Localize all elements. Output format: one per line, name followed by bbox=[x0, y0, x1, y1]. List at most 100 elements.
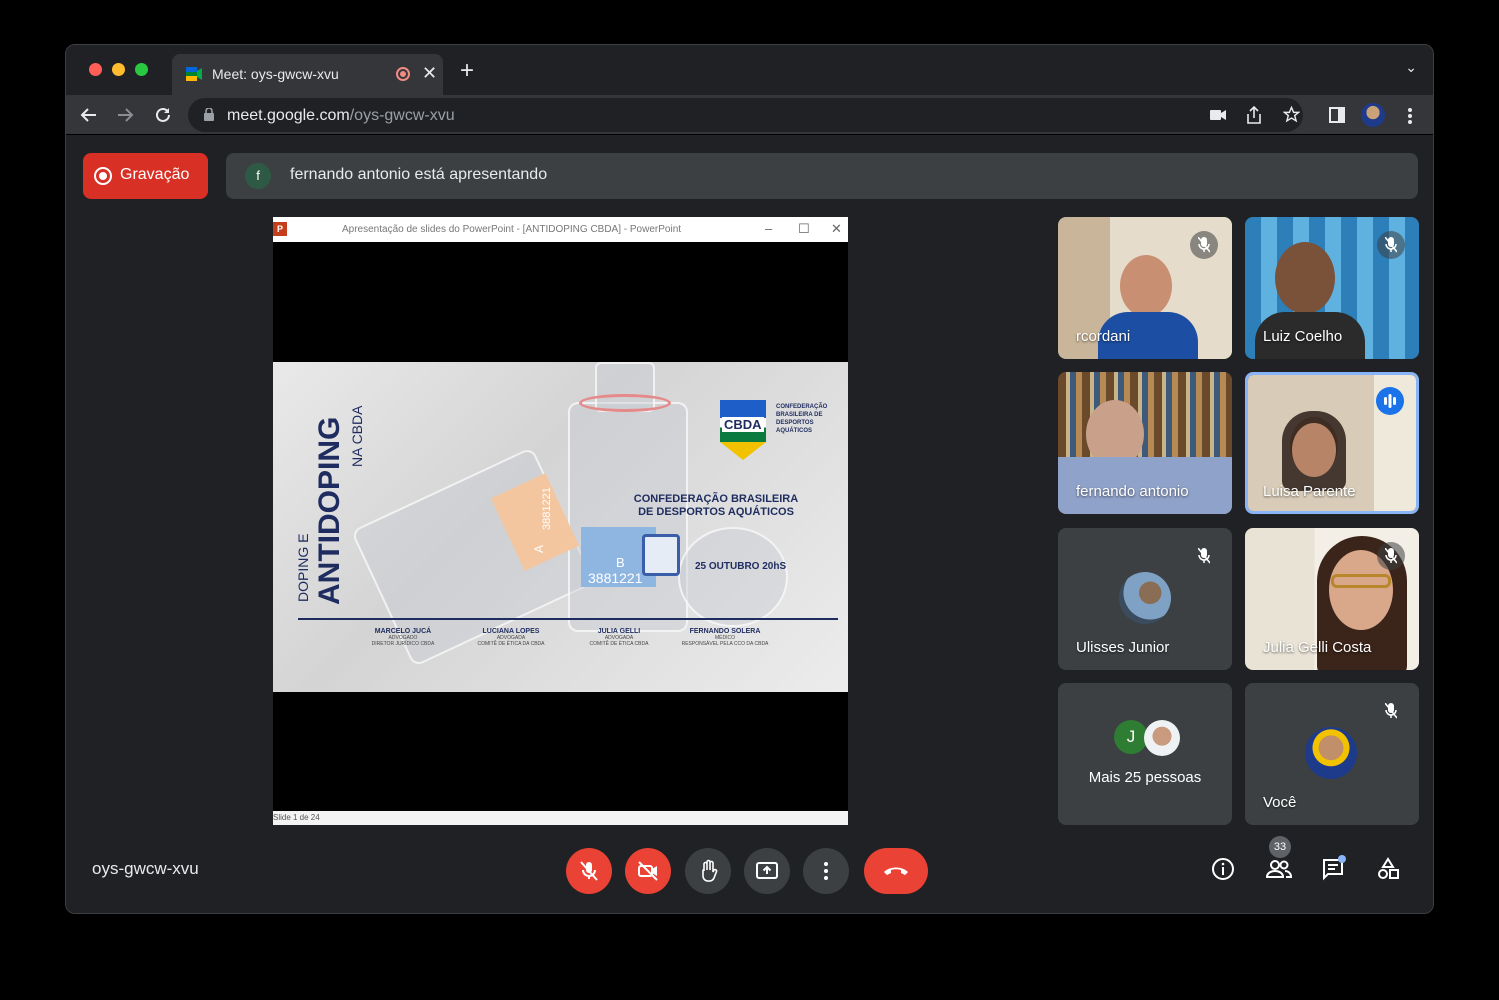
slide-title-sub: NA CBDA bbox=[349, 405, 365, 467]
presenter-avatar: f bbox=[245, 163, 271, 189]
forward-icon[interactable] bbox=[116, 106, 134, 124]
menu-icon[interactable] bbox=[1407, 107, 1413, 125]
cbda-side-text: CONFEDERAÇÃO BRASILEIRA DE DESPORTOS AQU… bbox=[776, 404, 828, 434]
participant-name: fernando antonio bbox=[1076, 483, 1189, 500]
meet-content: Gravação f fernando antonio está apresen… bbox=[66, 136, 1433, 913]
slide-heading: CONFEDERAÇÃO BRASILEIRA DE DESPORTOS AQU… bbox=[633, 493, 799, 518]
slide-counter: Slide 1 de 24 bbox=[273, 813, 320, 822]
mic-off-icon bbox=[1377, 697, 1405, 725]
camera-toggle-button[interactable] bbox=[625, 848, 671, 894]
more-options-button[interactable] bbox=[803, 848, 849, 894]
code-b-text: 3881221 bbox=[588, 570, 643, 586]
end-call-button[interactable] bbox=[864, 848, 928, 894]
present-button[interactable] bbox=[744, 848, 790, 894]
participant-tile[interactable]: Ulisses Junior bbox=[1058, 528, 1232, 670]
hand-icon bbox=[702, 859, 718, 882]
participant-tile-speaking[interactable]: Luisa Parente bbox=[1245, 372, 1419, 514]
more-icon bbox=[824, 862, 828, 880]
raise-hand-button[interactable] bbox=[685, 848, 731, 894]
camera-icon[interactable] bbox=[1210, 108, 1226, 122]
browser-window: Meet: oys-gwcw-xvu ✕ + ⌄ meet.google.com… bbox=[65, 44, 1434, 914]
ppt-titlebar: P Apresentação de slides do PowerPoint -… bbox=[273, 217, 848, 242]
ppt-minimize-icon: ‒ bbox=[765, 221, 773, 236]
recording-label: Gravação bbox=[120, 166, 190, 183]
share-icon[interactable] bbox=[1247, 106, 1261, 124]
profile-avatar[interactable] bbox=[1361, 103, 1385, 127]
presenter-text: fernando antonio está apresentando bbox=[290, 166, 548, 183]
new-tab-button[interactable]: + bbox=[460, 57, 474, 85]
tab-search-chevron-icon[interactable]: ⌄ bbox=[1405, 59, 1417, 76]
bottle-ring-shape bbox=[579, 394, 671, 412]
recording-button[interactable]: Gravação bbox=[83, 153, 208, 199]
mic-off-icon bbox=[1377, 542, 1405, 570]
participant-face bbox=[1275, 242, 1335, 314]
participant-name: Luiz Coelho bbox=[1263, 328, 1343, 345]
zoom-window-button[interactable] bbox=[135, 63, 148, 76]
participant-tile[interactable]: rcordani bbox=[1058, 217, 1232, 359]
star-icon[interactable] bbox=[1283, 106, 1300, 123]
back-icon[interactable] bbox=[80, 106, 98, 124]
participant-face bbox=[1120, 255, 1172, 317]
slide: A B 3881221 3881221 DOPING E ANTIDOPING … bbox=[273, 362, 848, 692]
mic-off-icon bbox=[580, 861, 598, 881]
record-icon bbox=[94, 167, 112, 185]
minimize-window-button[interactable] bbox=[112, 63, 125, 76]
slide-person: JULIA GELLI ADVOGADA COMITÊ DE ÉTICA CBDA bbox=[589, 628, 649, 647]
slide-title-top: DOPING E bbox=[295, 533, 311, 602]
participants-count-badge: 33 bbox=[1269, 836, 1291, 858]
powerpoint-icon: P bbox=[273, 222, 287, 236]
participant-tile[interactable]: fernando antonio bbox=[1058, 372, 1232, 514]
tab-close-icon[interactable]: ✕ bbox=[422, 63, 437, 84]
browser-tab[interactable]: Meet: oys-gwcw-xvu ✕ bbox=[172, 54, 443, 95]
label-a-text: A bbox=[532, 544, 547, 554]
slide-person: MARCELO JUCÁ ADVOGADO DIRETOR JURÍDICO CBD… bbox=[371, 628, 435, 647]
participant-glasses bbox=[1331, 574, 1391, 588]
slide-person: FERNANDO SOLERA MÉDICO RESPONSÁVEL PELA CC… bbox=[681, 628, 769, 647]
mic-off-icon bbox=[1190, 231, 1218, 259]
tab-title: Meet: oys-gwcw-xvu bbox=[212, 66, 339, 82]
browser-toolbar: meet.google.com/oys-gwcw-xvu bbox=[66, 95, 1433, 135]
participant-face bbox=[1292, 423, 1336, 477]
tab-bar: Meet: oys-gwcw-xvu ✕ + ⌄ bbox=[66, 45, 1433, 95]
meeting-code: oys-gwcw-xvu bbox=[92, 859, 199, 878]
label-b-text: B bbox=[616, 555, 625, 570]
participant-tile[interactable]: Julia Gelli Costa bbox=[1245, 528, 1419, 670]
ppt-close-icon: ✕ bbox=[831, 221, 842, 236]
ppt-maximize-icon: ☐ bbox=[798, 221, 810, 236]
participant-name: Luisa Parente bbox=[1263, 483, 1356, 500]
info-icon[interactable] bbox=[1211, 857, 1235, 881]
code-a-text: 3881221 bbox=[541, 487, 553, 530]
participant-name: Julia Gelli Costa bbox=[1263, 639, 1372, 656]
chat-notification-dot bbox=[1338, 855, 1346, 863]
bottle-right-shape bbox=[678, 527, 788, 627]
activities-icon[interactable] bbox=[1376, 857, 1400, 881]
participant-avatar-j: J bbox=[1114, 720, 1148, 754]
reload-icon[interactable] bbox=[154, 106, 172, 124]
people-icon[interactable] bbox=[1265, 857, 1293, 881]
mic-off-icon bbox=[1377, 231, 1405, 259]
sidepanel-icon[interactable] bbox=[1329, 107, 1345, 123]
slide-title-main: ANTIDOPING bbox=[313, 416, 346, 605]
participant-name: rcordani bbox=[1076, 328, 1131, 345]
participant-tile[interactable]: Luiz Coelho bbox=[1245, 217, 1419, 359]
end-call-icon bbox=[884, 867, 908, 875]
close-window-button[interactable] bbox=[89, 63, 102, 76]
lock-icon[interactable] bbox=[204, 108, 214, 121]
slide-date: 25 OUTUBRO 20hS bbox=[695, 561, 787, 572]
self-tile[interactable]: Você bbox=[1245, 683, 1419, 825]
slide-divider bbox=[298, 618, 838, 620]
meet-favicon-icon bbox=[186, 67, 202, 81]
mic-toggle-button[interactable] bbox=[566, 848, 612, 894]
participant-name: Você bbox=[1263, 794, 1297, 811]
self-avatar bbox=[1305, 727, 1357, 779]
more-participants-tile[interactable]: J Mais 25 pessoas bbox=[1058, 683, 1232, 825]
cbda-logo-text: CBDA bbox=[722, 417, 764, 432]
participant-name: Ulisses Junior bbox=[1076, 639, 1170, 656]
present-icon bbox=[756, 862, 778, 879]
call-controls-bar: oys-gwcw-xvu 33 bbox=[66, 836, 1433, 913]
recording-indicator-icon bbox=[396, 67, 410, 81]
presentation-stage[interactable]: P Apresentação de slides do PowerPoint -… bbox=[273, 217, 848, 825]
address-bar[interactable]: meet.google.com/oys-gwcw-xvu bbox=[188, 98, 1303, 132]
ppt-statusbar: Slide 1 de 24 bbox=[273, 811, 848, 825]
ppt-window-title: Apresentação de slides do PowerPoint - [… bbox=[342, 224, 682, 235]
